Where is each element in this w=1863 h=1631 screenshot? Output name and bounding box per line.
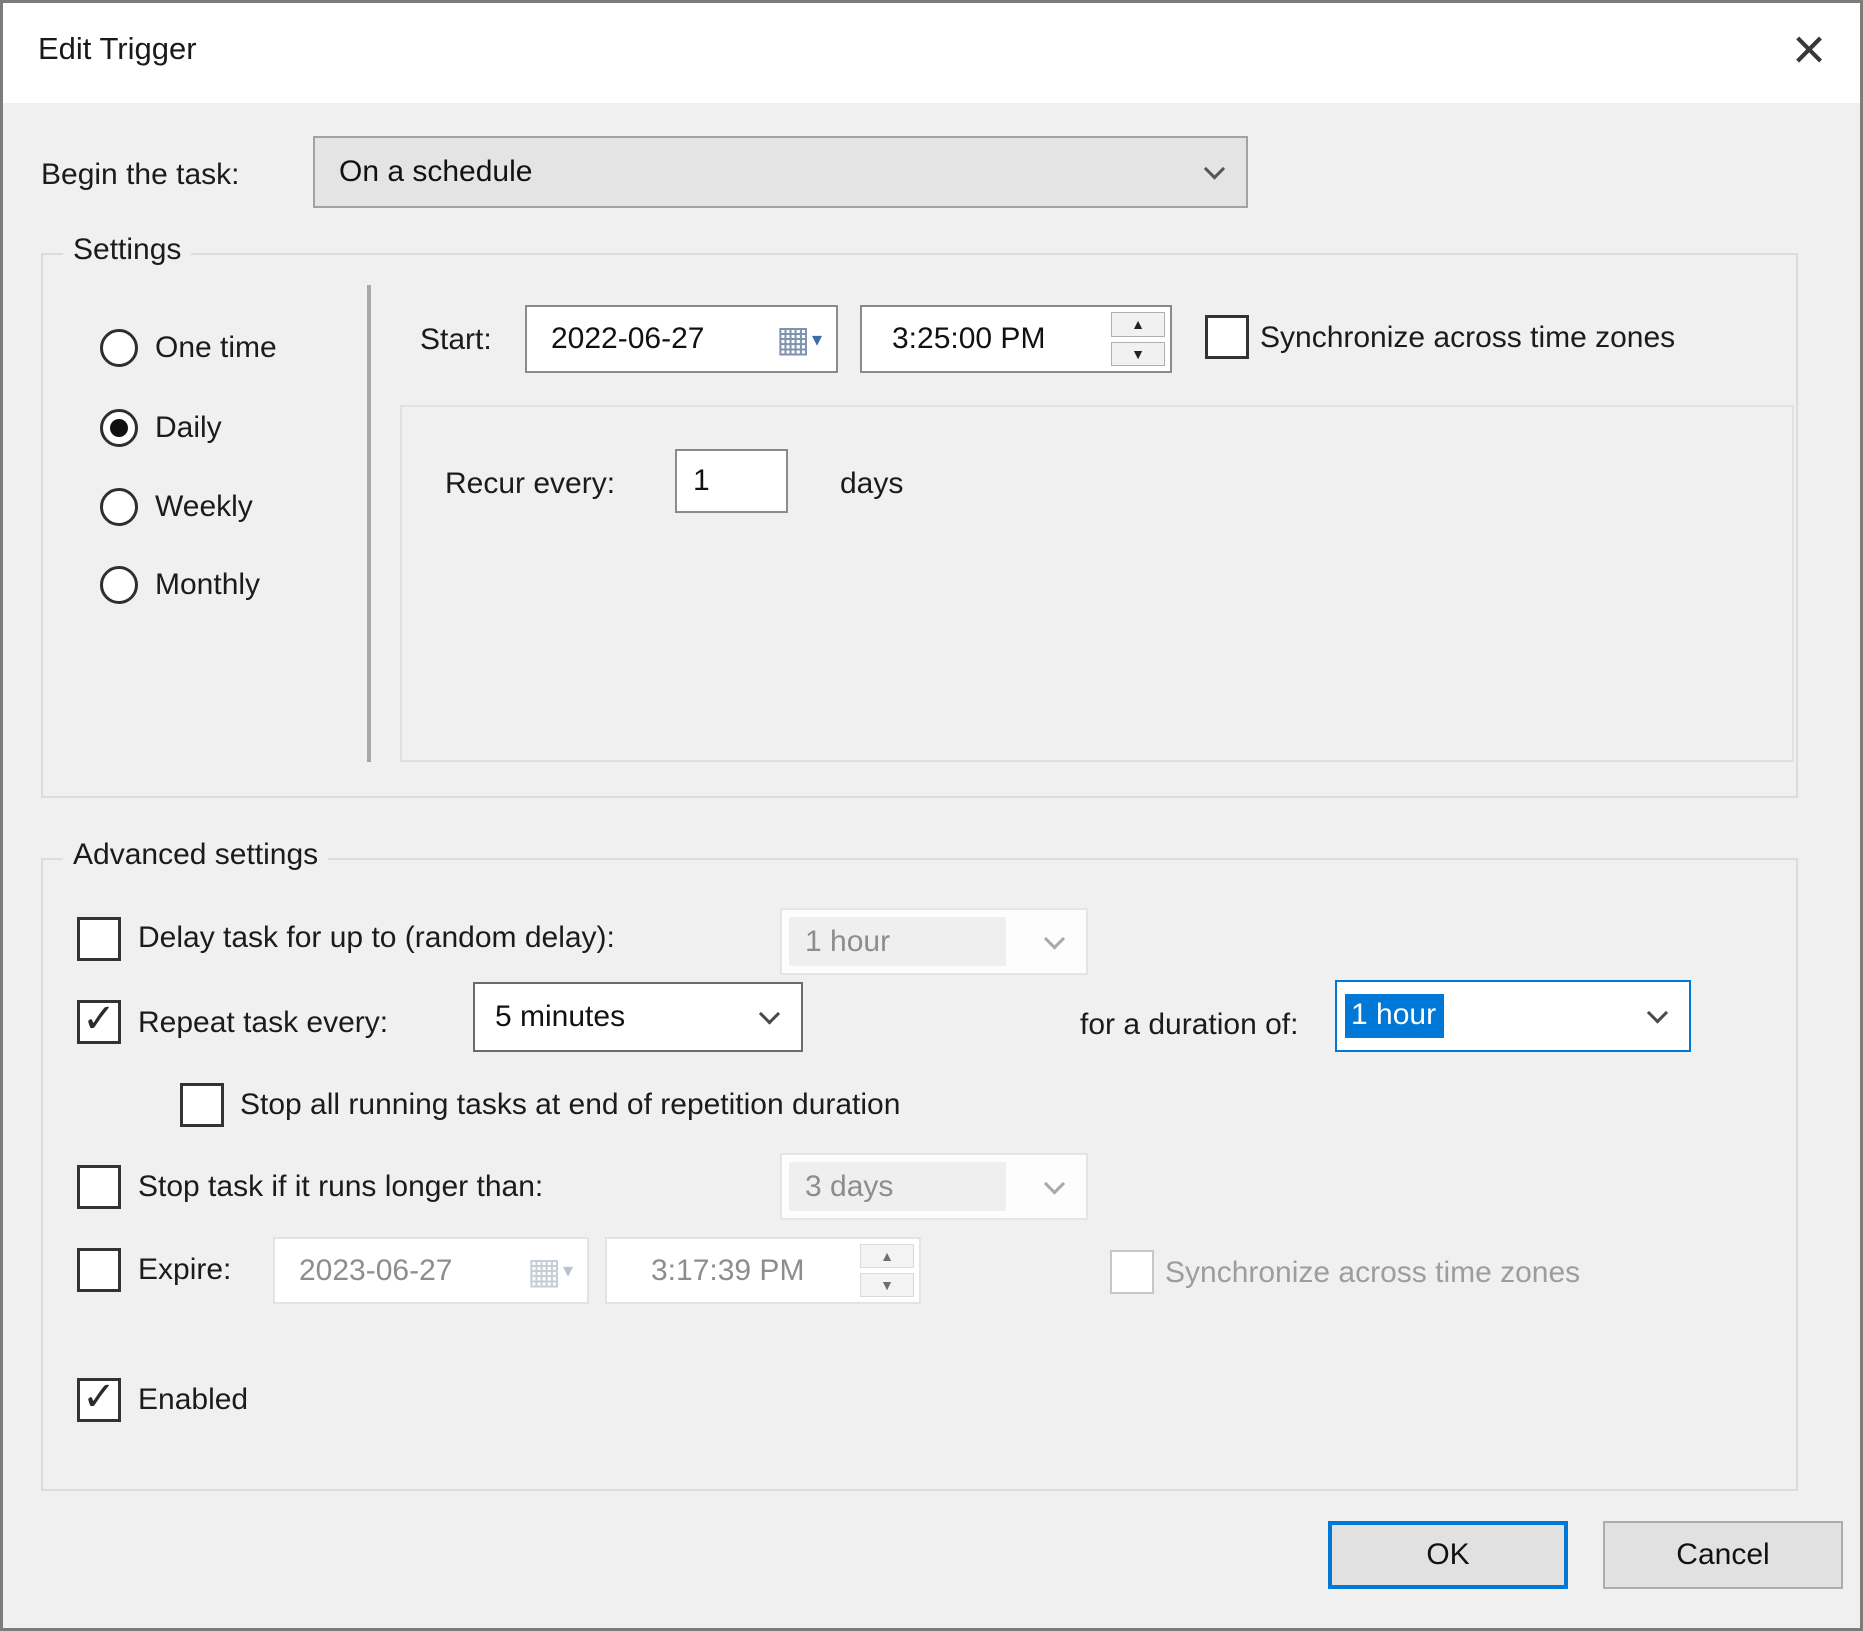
radio-one-time[interactable] (100, 329, 138, 367)
edit-trigger-dialog: Edit Trigger × Begin the task: On a sche… (0, 0, 1863, 1631)
recur-days-value: 1 (677, 464, 710, 498)
expire-time-spinner: ▲ ▼ (860, 1244, 914, 1297)
recur-days-input[interactable]: 1 (675, 449, 788, 513)
expire-time-value: 3:17:39 PM (607, 1254, 804, 1288)
begin-task-label: Begin the task: (41, 158, 239, 192)
cancel-button[interactable]: Cancel (1603, 1521, 1843, 1589)
start-time-spinner: ▲ ▼ (1111, 312, 1165, 366)
check-icon: ✓ (82, 999, 116, 1039)
calendar-icon: ▦ (527, 1253, 561, 1289)
begin-task-value: On a schedule (339, 155, 532, 189)
radio-one-time-label: One time (155, 331, 277, 365)
check-icon: ✓ (82, 1377, 116, 1417)
chevron-down-icon (1044, 1173, 1065, 1194)
start-date-field[interactable]: 2022-06-27 ▦ ▾ (525, 305, 838, 373)
repeat-interval-value: 5 minutes (495, 1000, 625, 1034)
radio-daily[interactable] (100, 409, 138, 447)
close-button[interactable]: × (1776, 17, 1842, 83)
start-time-value: 3:25:00 PM (862, 322, 1045, 356)
stop-task-duration-dropdown: 3 days (780, 1153, 1088, 1220)
chevron-down-icon (1044, 928, 1065, 949)
stop-all-tasks-label: Stop all running tasks at end of repetit… (240, 1088, 900, 1122)
repeat-task-checkbox[interactable]: ✓ (77, 1000, 121, 1044)
close-icon: × (1792, 21, 1826, 79)
settings-group: Settings One time Daily Weekly Monthly S… (41, 253, 1798, 798)
expire-checkbox[interactable] (77, 1248, 121, 1292)
radio-weekly[interactable] (100, 488, 138, 526)
dialog-title: Edit Trigger (38, 31, 197, 67)
sync-timezones-checkbox[interactable] (1205, 315, 1249, 359)
radio-monthly[interactable] (100, 566, 138, 604)
arrow-down-icon: ▼ (880, 1277, 894, 1293)
expire-time-field: 3:17:39 PM ▲ ▼ (605, 1237, 921, 1304)
expire-sync-timezones-label: Synchronize across time zones (1165, 1256, 1580, 1290)
stop-task-checkbox[interactable] (77, 1165, 121, 1209)
settings-divider (367, 285, 371, 762)
stop-all-tasks-checkbox[interactable] (180, 1083, 224, 1127)
expire-date-field: 2023-06-27 ▦ ▾ (273, 1237, 589, 1304)
settings-group-label: Settings (63, 233, 191, 267)
expire-label: Expire: (138, 1253, 231, 1287)
expire-date-value: 2023-06-27 (275, 1254, 452, 1288)
begin-task-dropdown[interactable]: On a schedule (313, 136, 1248, 208)
stop-task-duration-value: 3 days (789, 1162, 1006, 1211)
chevron-down-icon (759, 1003, 780, 1024)
delay-duration-value: 1 hour (789, 917, 1006, 966)
duration-label: for a duration of: (1080, 1008, 1298, 1042)
calendar-arrow-icon: ▾ (812, 327, 822, 352)
recur-unit-label: days (840, 467, 903, 501)
arrow-up-icon: ▲ (1131, 316, 1145, 332)
title-bar: Edit Trigger × (3, 3, 1860, 103)
ok-button-label: OK (1426, 1538, 1469, 1572)
sync-timezones-label: Synchronize across time zones (1260, 321, 1675, 355)
radio-daily-label: Daily (155, 411, 222, 445)
spinner-down-button: ▼ (860, 1273, 914, 1297)
calendar-picker-icon: ▦ ▾ (527, 1239, 573, 1302)
chevron-down-icon (1647, 1002, 1668, 1023)
calendar-picker-icon[interactable]: ▦ ▾ (776, 307, 822, 371)
spinner-up-button: ▲ (860, 1244, 914, 1268)
start-time-field[interactable]: 3:25:00 PM ▲ ▼ (860, 305, 1172, 373)
delay-task-label: Delay task for up to (random delay): (138, 921, 615, 955)
duration-value: 1 hour (1345, 994, 1444, 1038)
start-label: Start: (420, 323, 492, 357)
duration-dropdown[interactable]: 1 hour (1335, 980, 1691, 1052)
spinner-down-button[interactable]: ▼ (1111, 342, 1165, 367)
calendar-icon: ▦ (776, 321, 810, 357)
stop-task-label: Stop task if it runs longer than: (138, 1170, 543, 1204)
advanced-settings-group-label: Advanced settings (63, 838, 328, 872)
repeat-task-label: Repeat task every: (138, 1006, 388, 1040)
radio-weekly-label: Weekly (155, 490, 253, 524)
radio-monthly-label: Monthly (155, 568, 260, 602)
ok-button[interactable]: OK (1328, 1521, 1568, 1589)
arrow-up-icon: ▲ (880, 1248, 894, 1264)
chevron-down-icon (1204, 158, 1225, 179)
start-date-value: 2022-06-27 (527, 322, 704, 356)
advanced-settings-group: Advanced settings Delay task for up to (… (41, 858, 1798, 1491)
daily-settings-panel: Recur every: 1 days (400, 405, 1794, 762)
spinner-up-button[interactable]: ▲ (1111, 312, 1165, 337)
delay-duration-dropdown: 1 hour (780, 908, 1088, 975)
repeat-interval-dropdown[interactable]: 5 minutes (473, 982, 803, 1052)
recur-every-label: Recur every: (445, 467, 615, 501)
delay-task-checkbox[interactable] (77, 917, 121, 961)
cancel-button-label: Cancel (1676, 1538, 1769, 1572)
expire-sync-timezones-checkbox (1110, 1250, 1154, 1294)
arrow-down-icon: ▼ (1131, 346, 1145, 362)
enabled-checkbox[interactable]: ✓ (77, 1378, 121, 1422)
enabled-label: Enabled (138, 1383, 248, 1417)
calendar-arrow-icon: ▾ (563, 1258, 573, 1283)
